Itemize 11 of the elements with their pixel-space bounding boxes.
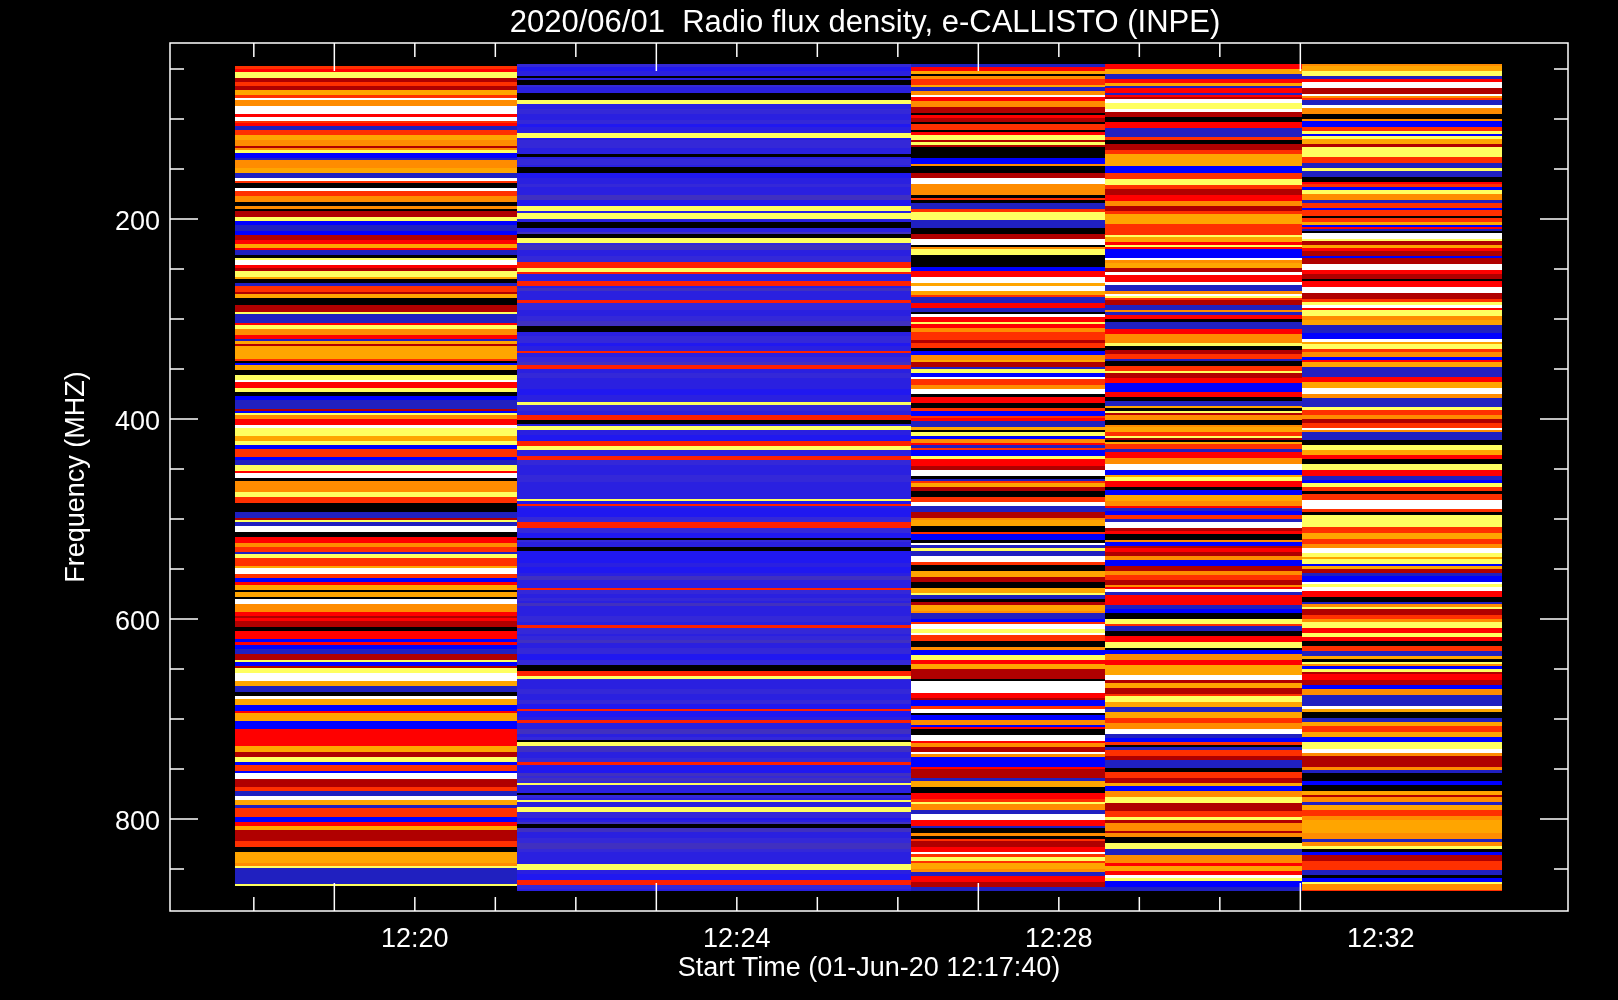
y-tick-label: 600 xyxy=(114,606,160,636)
x-tick-label: 12:28 xyxy=(1025,923,1093,953)
x-axis-label: Start Time (01-Jun-20 12:17:40) xyxy=(677,952,1061,982)
x-tick-label: 12:32 xyxy=(1347,923,1415,953)
y-tick-label: 800 xyxy=(114,806,160,836)
y-tick-label: 200 xyxy=(114,206,160,236)
x-tick-label: 12:20 xyxy=(381,923,449,953)
y-axis-label: Frequency (MHZ) xyxy=(60,371,90,583)
chart-title: 2020/06/01 Radio flux density, e-CALLISTO (INPE) xyxy=(509,4,1221,39)
y-tick-label: 400 xyxy=(114,406,160,436)
x-tick-label: 12:24 xyxy=(703,923,771,953)
